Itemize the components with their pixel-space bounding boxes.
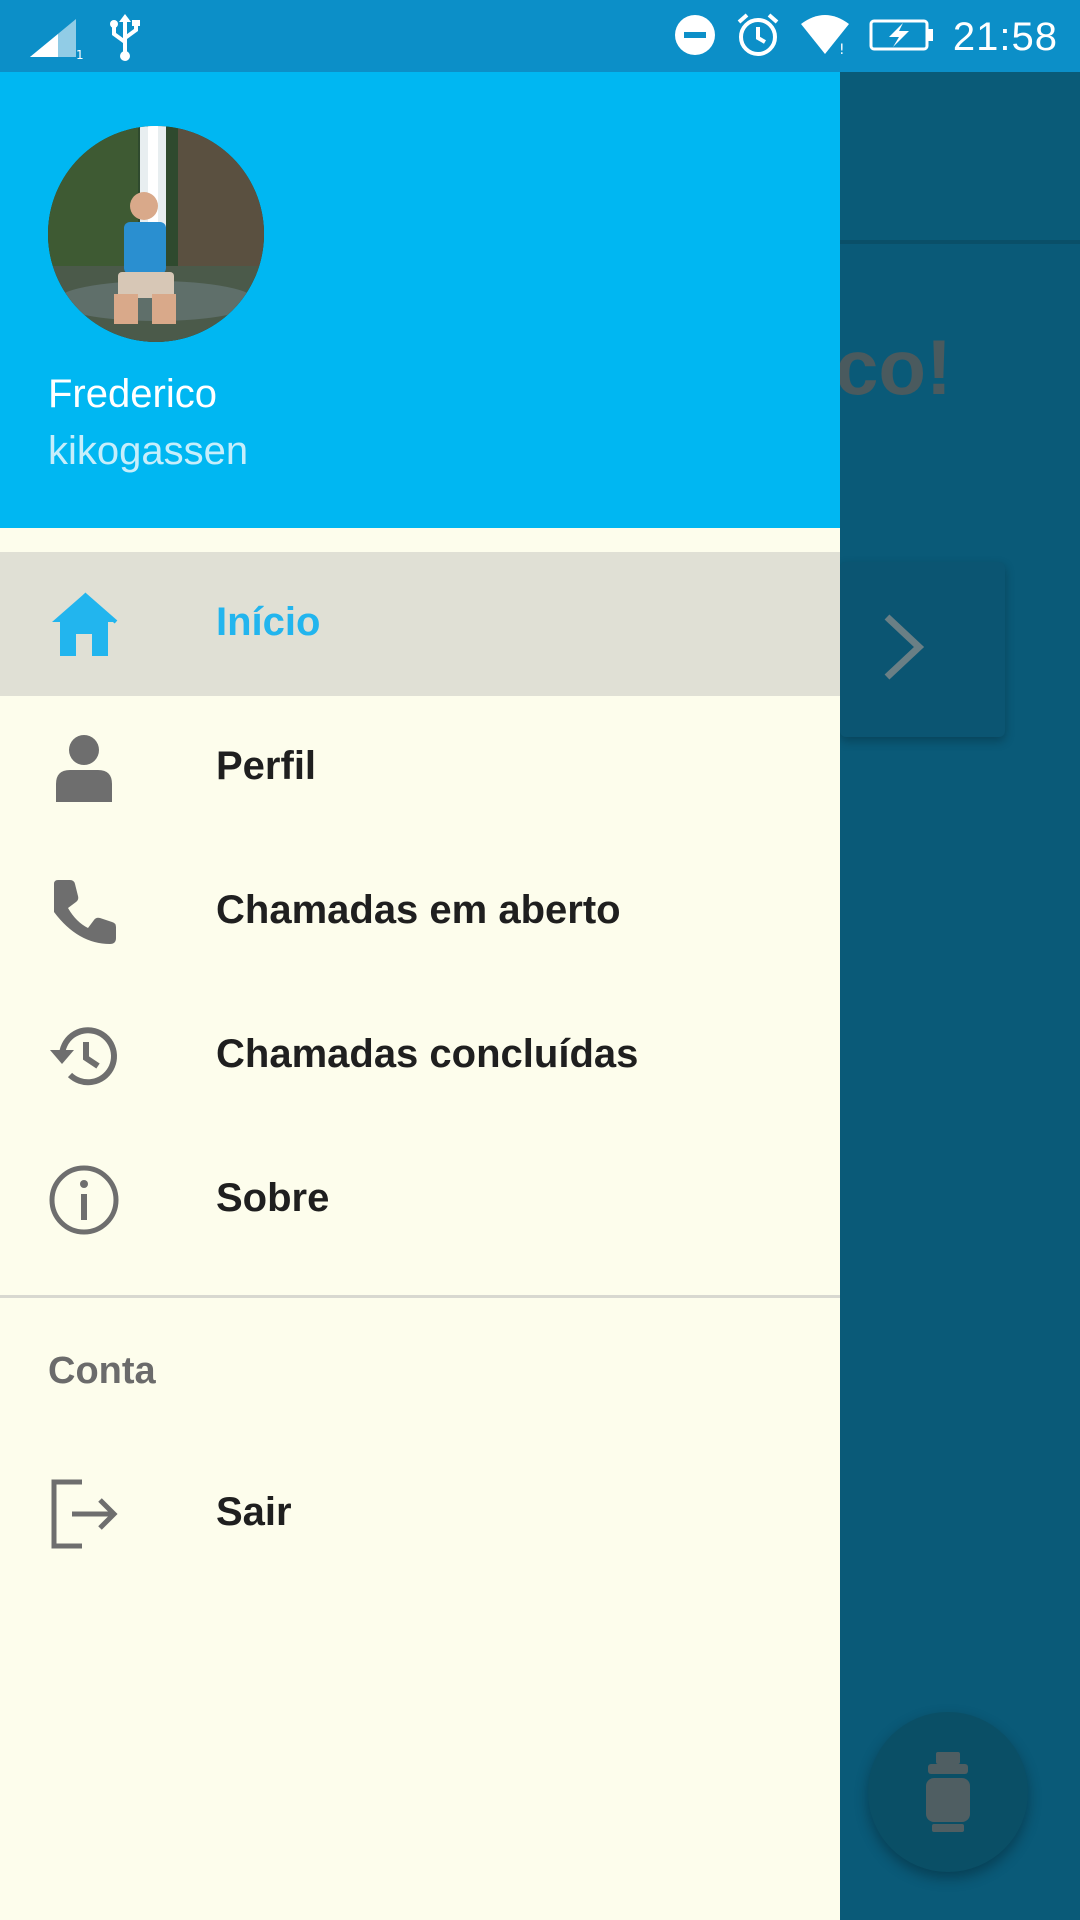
drawer-header: Frederico kikogassen: [0, 72, 840, 528]
info-icon: [48, 1164, 120, 1236]
chevron-right-icon: [875, 607, 935, 692]
wifi-icon: !: [799, 14, 851, 61]
menu-item-inicio[interactable]: Início: [0, 552, 840, 696]
person-icon: [48, 732, 120, 804]
history-icon: [48, 1020, 120, 1092]
background-heading: co!: [835, 323, 952, 411]
menu-item-sair[interactable]: Sair: [0, 1442, 840, 1586]
menu-divider: [0, 1295, 840, 1298]
status-bar: 1 ! 21:58: [0, 0, 1080, 72]
navigation-drawer: Frederico kikogassen Início Perfil Chama…: [0, 72, 840, 1920]
svg-text:!: !: [839, 42, 845, 56]
background-fab: [868, 1712, 1028, 1872]
dnd-icon: [673, 13, 717, 62]
avatar[interactable]: [48, 126, 264, 342]
signal-icon: 1: [28, 17, 84, 64]
menu-item-label: Início: [216, 600, 321, 644]
menu-item-perfil[interactable]: Perfil: [0, 696, 840, 840]
logout-icon: [48, 1478, 120, 1550]
drawer-menu: Início Perfil Chamadas em aberto Chamada…: [0, 552, 840, 1272]
svg-text:1: 1: [76, 48, 84, 59]
user-username: kikogassen: [48, 429, 249, 473]
section-title-conta: Conta: [48, 1350, 156, 1392]
battery-charging-icon: [869, 17, 935, 58]
phone-icon: [48, 876, 120, 948]
menu-item-sobre[interactable]: Sobre: [0, 1128, 840, 1272]
home-icon: [48, 588, 120, 660]
menu-item-label: Chamadas em aberto: [216, 888, 621, 932]
usb-icon: [108, 14, 142, 67]
clock: 21:58: [952, 15, 1058, 59]
background-card: [840, 562, 1005, 737]
menu-item-chamadas-concluidas[interactable]: Chamadas concluídas: [0, 984, 840, 1128]
user-name: Frederico: [48, 372, 217, 416]
menu-item-label: Sobre: [216, 1176, 330, 1220]
menu-item-label: Perfil: [216, 744, 317, 788]
gas-cylinder-icon: [920, 1750, 976, 1839]
menu-item-chamadas-em-aberto[interactable]: Chamadas em aberto: [0, 840, 840, 984]
alarm-icon: [735, 12, 781, 63]
account-menu: Sair: [0, 1442, 840, 1586]
menu-item-label: Sair: [216, 1490, 292, 1534]
menu-item-label: Chamadas concluídas: [216, 1032, 639, 1076]
